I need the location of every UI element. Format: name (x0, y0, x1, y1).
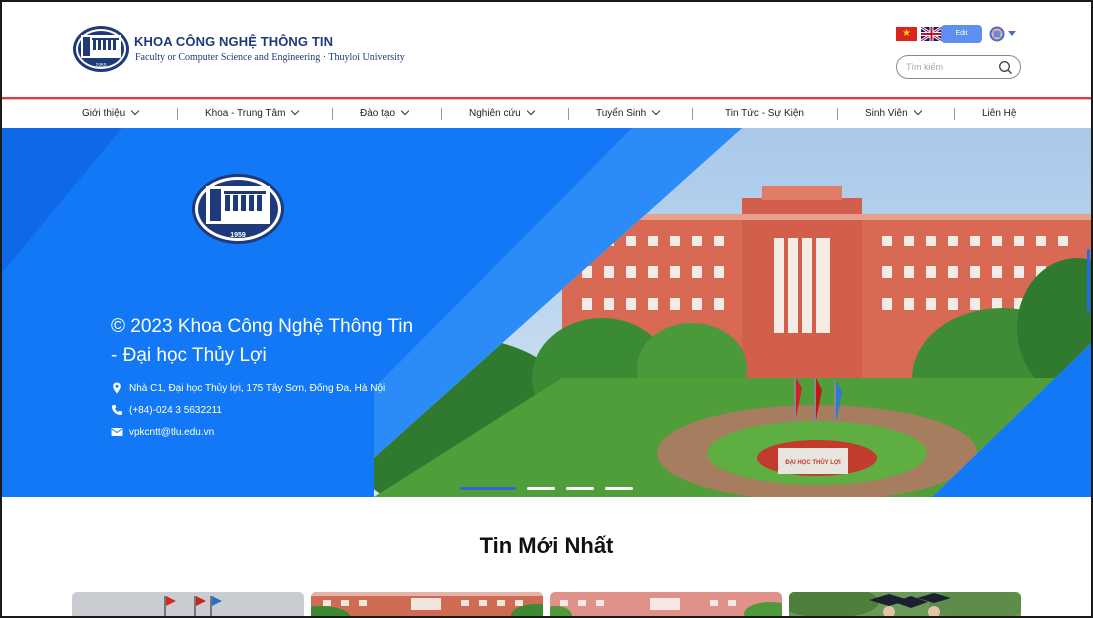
phone-text: (+84)-024 3 5632211 (129, 405, 222, 416)
nav-divider (177, 108, 178, 120)
hero-university-logo: 1959 (192, 174, 284, 244)
nav-label: Nghiên cứu (469, 108, 521, 119)
carousel-dot-3[interactable] (566, 487, 594, 490)
nav-divider (954, 108, 955, 120)
carousel-dot-1[interactable] (460, 487, 516, 490)
scrollbar-thumb[interactable] (1087, 249, 1090, 313)
news-card-image (550, 592, 782, 616)
hero-title-line2: - Đại học Thủy Lợi (111, 345, 267, 366)
chevron-down-icon (651, 106, 661, 116)
nav-divider (332, 108, 333, 120)
news-card-1[interactable] (72, 592, 304, 616)
nav-label: Giới thiệu (82, 108, 126, 119)
nav-divider (692, 108, 693, 120)
uk-flag-icon[interactable] (921, 27, 942, 41)
nav-item-lien-he[interactable]: Liên Hệ (982, 100, 1016, 127)
nav-item-tin-tuc-su-kien[interactable]: Tin Tức - Sự Kiện (725, 100, 804, 127)
brand-subtitle: Faculty or Computer Science and Engineer… (135, 52, 405, 63)
nav-label: Tin Tức - Sự Kiện (725, 108, 804, 119)
nav-label: Tuyển Sinh (596, 108, 647, 119)
search-icon[interactable] (998, 60, 1013, 75)
location-pin-icon (113, 382, 121, 394)
news-card-image (311, 592, 543, 616)
hero-banner: ĐẠI HỌC THỦY LỢI 1959 © 2023 Khoa Công N… (2, 128, 1091, 497)
chevron-down-icon (400, 106, 410, 116)
news-card-image (789, 592, 1021, 616)
chevron-down-icon (913, 106, 922, 116)
address-text: Nhà C1, Đại học Thủy lợi, 175 Tây Sơn, Đ… (129, 383, 386, 394)
nav-item-tuyen-sinh[interactable]: Tuyển Sinh (596, 100, 661, 127)
nav-item-gioi-thieu[interactable]: Giới thiệu (82, 100, 140, 127)
hero-title: © 2023 Khoa Công Nghệ Thông Tin - Đại họ… (111, 312, 451, 370)
mail-icon (111, 428, 123, 436)
main-navigation: Giới thiệu Khoa - Trung Tâm Đào tạo Nghi… (2, 100, 1091, 127)
news-card-4[interactable] (789, 592, 1021, 616)
hero-logo-year: 1959 (230, 232, 246, 239)
phone-icon (112, 405, 122, 415)
news-card-2[interactable] (311, 592, 543, 616)
email-text: vpkcntt@tlu.edu.vn (129, 427, 215, 438)
page: 1959 KHOA CÔNG NGHỆ THÔNG TIN Faculty or… (2, 2, 1091, 616)
nav-label: Khoa - Trung Tâm (205, 108, 286, 119)
chevron-down-icon (526, 106, 535, 116)
carousel-dot-2[interactable] (527, 487, 555, 490)
university-logo[interactable]: 1959 (72, 25, 130, 73)
nav-item-dao-tao[interactable]: Đào tạo (360, 100, 410, 127)
globe-icon[interactable] (989, 26, 1005, 42)
nav-divider (568, 108, 569, 120)
nav-label: Đào tạo (360, 108, 396, 119)
chevron-down-icon[interactable] (1008, 31, 1016, 36)
campus-sign-text: ĐẠI HỌC THỦY LỢI (785, 459, 841, 466)
nav-item-khoa-trung-tam[interactable]: Khoa - Trung Tâm (205, 100, 300, 127)
search-box (896, 55, 1021, 79)
chevron-down-icon (131, 106, 140, 116)
news-card-3[interactable] (550, 592, 782, 616)
nav-divider (837, 108, 838, 120)
vietnam-flag-icon[interactable]: ★ (896, 27, 917, 41)
news-card-image (72, 592, 304, 616)
edit-button[interactable]: Edit (941, 25, 982, 43)
nav-item-sinh-vien[interactable]: Sinh Viên (865, 100, 922, 127)
nav-item-nghien-cuu[interactable]: Nghiên cứu (469, 100, 535, 127)
brand-title[interactable]: KHOA CÔNG NGHỆ THÔNG TIN (134, 34, 333, 49)
nav-label: Liên Hệ (982, 108, 1017, 119)
site-header: 1959 KHOA CÔNG NGHỆ THÔNG TIN Faculty or… (2, 2, 1091, 98)
search-input[interactable] (906, 60, 996, 74)
latest-news-heading: Tin Mới Nhất (479, 533, 614, 558)
chevron-down-icon (291, 106, 300, 116)
logo-year: 1959 (95, 63, 106, 69)
hero-title-line1: © 2023 Khoa Công Nghệ Thông Tin (111, 316, 414, 337)
nav-label: Sinh Viên (865, 108, 908, 119)
carousel-dot-4[interactable] (605, 487, 633, 490)
nav-divider (441, 108, 442, 120)
language-switcher: ★ Edit (894, 22, 1021, 46)
